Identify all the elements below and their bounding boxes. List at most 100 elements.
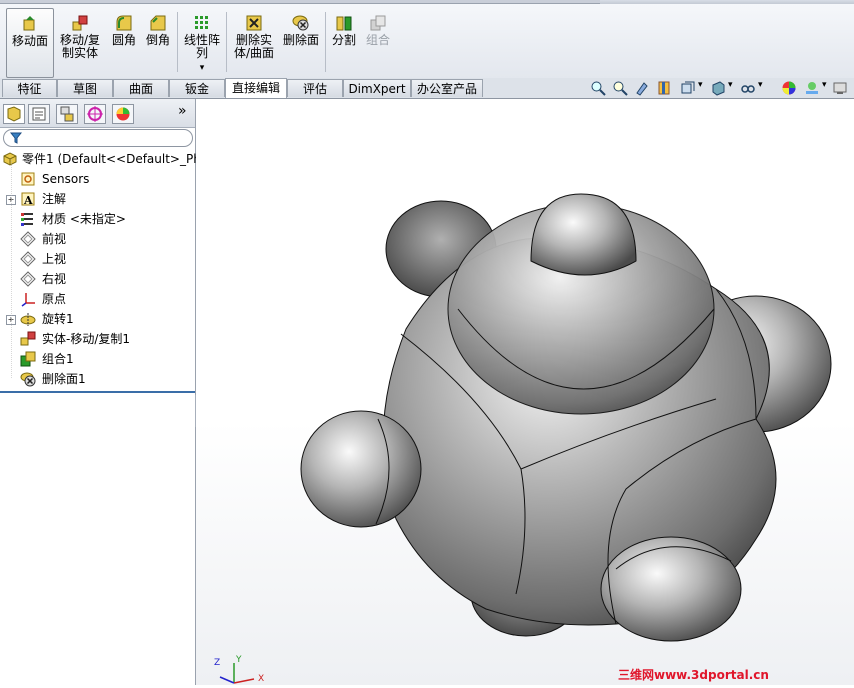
toolbar-separator xyxy=(226,12,227,72)
tab-direct-editing[interactable]: 直接编辑 xyxy=(225,78,287,98)
move-face-button[interactable]: 移动面 xyxy=(6,8,54,78)
view-orientation-icon[interactable] xyxy=(680,80,696,96)
plane-icon xyxy=(20,231,36,247)
tab-sheet-metal[interactable]: 钣金 xyxy=(169,79,225,97)
watermark-text: 三维网www.3dportal.cn xyxy=(618,668,769,682)
tab-office-products[interactable]: 办公室产品 xyxy=(411,79,483,97)
move-copy-body-label-1: 移动/复 xyxy=(59,33,101,47)
display-manager-icon xyxy=(116,107,130,121)
move-copy-body-button[interactable]: 移动/复 制实体 xyxy=(56,8,104,76)
delete-body-surface-button[interactable]: 删除实 体/曲面 xyxy=(230,8,278,76)
panel-divider xyxy=(0,391,195,393)
panel-tab-bar: » xyxy=(0,99,195,128)
display-manager-tab[interactable] xyxy=(112,104,134,124)
tree-guide-lines xyxy=(11,159,12,379)
tree-item-label: 材质 <未指定> xyxy=(42,212,126,226)
origin-icon xyxy=(21,293,35,307)
configuration-manager-icon xyxy=(60,106,74,122)
fillet-button[interactable]: 圆角 xyxy=(108,8,140,76)
dimxpert-manager-tab[interactable] xyxy=(84,104,106,124)
combine-icon xyxy=(20,351,36,367)
tree-item-label: 注解 xyxy=(42,192,67,206)
axis-label-z: Z xyxy=(214,658,221,668)
tree-filter-input[interactable] xyxy=(3,129,193,147)
move-face-label: 移动面 xyxy=(11,34,48,48)
graphics-area[interactable]: Y X Z xyxy=(196,99,854,685)
feature-manager-panel: » 零件1 (Default<<Default>_Ph Sensors + A … xyxy=(0,99,201,685)
tab-dimxpert[interactable]: DimXpert xyxy=(343,79,411,97)
hide-show-dropdown-icon[interactable]: ▾ xyxy=(758,80,763,90)
combine-button[interactable]: 组合 xyxy=(362,8,394,76)
toolbar-separator xyxy=(177,12,178,72)
combine-icon xyxy=(370,15,386,31)
split-icon xyxy=(336,16,352,31)
previous-view-icon[interactable] xyxy=(634,80,650,96)
revolve-icon xyxy=(20,313,36,326)
dimxpert-icon xyxy=(87,106,103,122)
move-copy-icon xyxy=(20,331,36,346)
section-view-icon[interactable] xyxy=(656,80,672,96)
delete-body-icon xyxy=(246,15,262,31)
tree-item-label: 组合1 xyxy=(42,352,74,366)
annotation-icon: A xyxy=(21,192,35,207)
chamfer-label: 倒角 xyxy=(145,33,170,47)
tree-item-label: Sensors xyxy=(42,172,90,186)
move-copy-body-label-2: 制实体 xyxy=(61,46,98,60)
tab-features[interactable]: 特征 xyxy=(2,79,57,97)
scene-icon[interactable] xyxy=(804,80,820,96)
sensors-icon xyxy=(21,172,35,186)
chamfer-button[interactable]: 倒角 xyxy=(142,8,174,76)
material-icon xyxy=(21,213,33,226)
linear-pattern-icon xyxy=(195,16,208,29)
move-face-icon xyxy=(23,16,35,31)
delete-body-label-2: 体/曲面 xyxy=(233,46,275,60)
delete-face-button[interactable]: 删除面 xyxy=(280,8,322,76)
feature-manager-icon xyxy=(7,106,21,122)
tree-item-label: 删除面1 xyxy=(42,372,86,386)
zoom-to-fit-icon[interactable] xyxy=(590,80,606,96)
chamfer-icon xyxy=(150,15,166,31)
display-style-dropdown-icon[interactable]: ▾ xyxy=(728,80,733,90)
tab-evaluate[interactable]: 评估 xyxy=(287,79,343,97)
tree-root-label: 零件1 (Default<<Default>_Ph xyxy=(22,152,201,166)
appearance-icon[interactable] xyxy=(781,80,797,96)
delete-face-icon xyxy=(292,15,309,31)
property-manager-tab[interactable] xyxy=(28,104,50,124)
zoom-to-area-icon[interactable] xyxy=(612,80,628,96)
tree-item-label: 实体-移动/复制1 xyxy=(42,332,131,346)
configuration-manager-tab[interactable] xyxy=(56,104,78,124)
tree-item-label: 右视 xyxy=(42,272,67,286)
fillet-icon xyxy=(116,15,132,31)
view-settings-icon[interactable] xyxy=(832,80,848,96)
tree-item-label: 上视 xyxy=(42,252,67,266)
tree-item-label: 原点 xyxy=(42,292,67,306)
hide-show-items-icon[interactable] xyxy=(740,80,756,96)
split-button[interactable]: 分割 xyxy=(328,8,360,76)
linear-pattern-button[interactable]: 线性阵 列 ▾ xyxy=(180,8,224,76)
fillet-label: 圆角 xyxy=(111,33,136,47)
combine-label: 组合 xyxy=(365,33,390,47)
plane-icon xyxy=(20,251,36,267)
toolbar-separator xyxy=(325,12,326,72)
3d-model[interactable] xyxy=(196,99,854,685)
expand-panel-icon[interactable]: » xyxy=(178,103,187,119)
tab-sketch[interactable]: 草图 xyxy=(57,79,113,97)
linear-pattern-label-1: 线性阵 xyxy=(183,33,220,47)
linear-pattern-dropdown-icon[interactable]: ▾ xyxy=(200,63,205,73)
view-orientation-dropdown-icon[interactable]: ▾ xyxy=(698,80,703,90)
svg-text:A: A xyxy=(23,194,33,207)
tree-item-label: 旋转1 xyxy=(42,312,74,326)
delete-face-label: 删除面 xyxy=(282,33,319,47)
linear-pattern-label-2: 列 xyxy=(195,46,208,60)
command-manager-toolbar: 移动面 移动/复 制实体 圆角 倒角 线性阵 列 ▾ 删除实 体/曲面 删除面 … xyxy=(0,4,854,79)
move-copy-body-icon xyxy=(72,15,88,31)
property-manager-icon xyxy=(32,107,46,121)
axis-label-y: Y xyxy=(236,655,242,665)
tab-surfaces[interactable]: 曲面 xyxy=(113,79,169,97)
delete-body-label-1: 删除实 xyxy=(235,33,272,47)
scene-dropdown-icon[interactable]: ▾ xyxy=(822,80,827,90)
funnel-icon xyxy=(10,132,22,144)
axis-label-x: X xyxy=(258,674,265,684)
display-style-icon[interactable] xyxy=(710,80,726,96)
feature-manager-tab[interactable] xyxy=(3,104,25,124)
